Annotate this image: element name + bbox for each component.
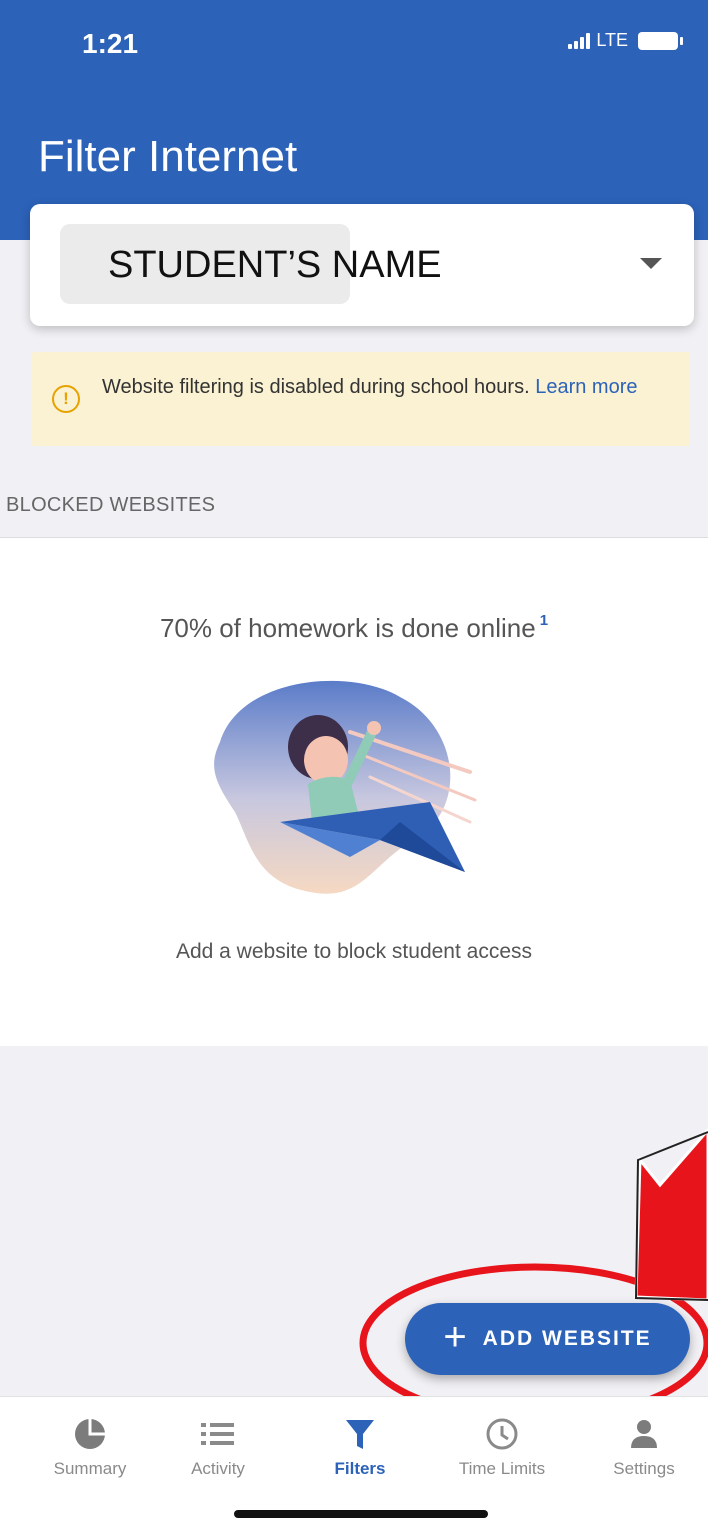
- plus-icon: +: [443, 1315, 467, 1359]
- empty-caption: Add a website to block student access: [175, 940, 533, 963]
- filter-icon: [300, 1415, 420, 1453]
- pie-chart-icon: [30, 1415, 150, 1453]
- home-indicator[interactable]: [234, 1510, 488, 1518]
- add-website-label: ADD WEBSITE: [482, 1327, 652, 1350]
- notice-text: Website filtering is disabled during sch…: [102, 374, 682, 400]
- list-icon: [158, 1415, 278, 1453]
- chevron-down-icon[interactable]: [640, 258, 662, 269]
- nav-summary-label: Summary: [53, 1459, 127, 1478]
- nav-activity-label: Activity: [191, 1459, 245, 1478]
- notice-message: Website filtering is disabled during sch…: [102, 376, 536, 398]
- page-title: Filter Internet: [38, 132, 298, 181]
- person-icon: [584, 1415, 704, 1453]
- paper-plane-illustration: [214, 680, 477, 894]
- nav-settings[interactable]: Settings: [584, 1415, 704, 1479]
- student-name: STUDENT’S NAME: [108, 244, 442, 286]
- battery-icon: [638, 31, 683, 50]
- nav-summary[interactable]: Summary: [30, 1415, 150, 1479]
- nav-filters-label: Filters: [334, 1459, 386, 1478]
- status-indicators: LTE: [568, 30, 683, 51]
- footnote-link[interactable]: 1: [540, 612, 548, 629]
- homework-stat: 70% of homework is done online 1: [0, 612, 708, 644]
- nav-filters[interactable]: Filters: [300, 1415, 420, 1479]
- nav-time-limits-label: Time Limits: [458, 1459, 546, 1478]
- nav-time-limits[interactable]: Time Limits: [442, 1415, 562, 1479]
- school-hours-notice: ! Website filtering is disabled during s…: [32, 352, 690, 446]
- status-time: 1:21: [82, 28, 139, 59]
- add-website-button[interactable]: + ADD WEBSITE: [405, 1303, 690, 1375]
- nav-activity[interactable]: Activity: [158, 1415, 278, 1479]
- signal-icon: [568, 32, 591, 49]
- network-type: LTE: [596, 30, 628, 50]
- warning-icon: !: [52, 385, 80, 413]
- nav-settings-label: Settings: [613, 1459, 675, 1478]
- stat-text: 70% of homework is done online: [159, 613, 536, 643]
- clock-icon: [442, 1415, 562, 1453]
- learn-more-link[interactable]: Learn more: [535, 376, 637, 398]
- student-selector[interactable]: STUDENT’S NAME: [30, 204, 694, 326]
- section-header: BLOCKED WEBSITES: [6, 494, 216, 516]
- bottom-nav: Summary Activity Filters Time Limits Set…: [0, 1396, 708, 1525]
